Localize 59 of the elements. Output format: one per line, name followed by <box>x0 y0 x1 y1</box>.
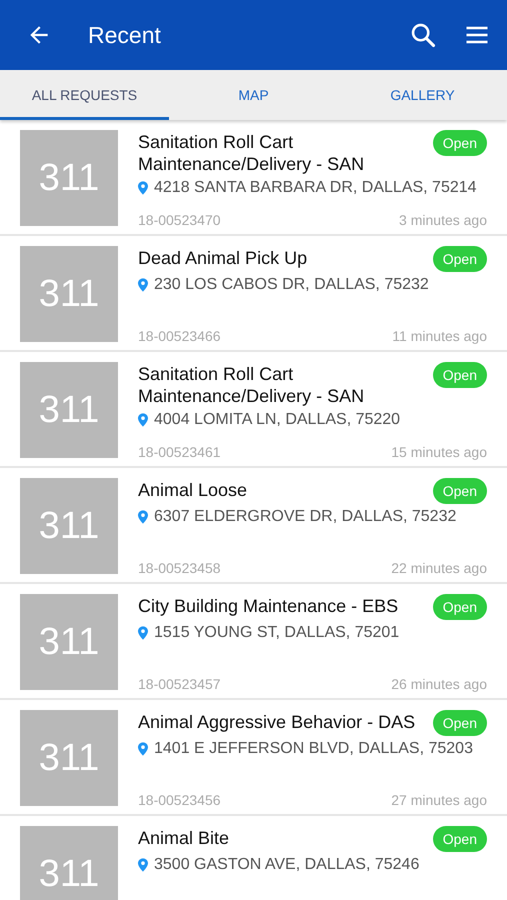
request-number: 18-00523458 <box>138 560 221 576</box>
request-time: 11 minutes ago <box>392 328 487 344</box>
thumbnail-label: 311 <box>38 620 100 664</box>
request-time: 3 minutes ago <box>399 212 487 228</box>
status-badge: Open <box>432 130 487 156</box>
request-address: 4218 SANTA BARBARA DR, DALLAS, 75214 <box>154 179 477 197</box>
tab[interactable]: MAP <box>169 70 338 120</box>
request-address: 1515 YOUNG ST, DALLAS, 75201 <box>154 624 400 642</box>
status-badge: Open <box>432 710 487 736</box>
location-pin-icon <box>138 626 148 640</box>
status-badge: Open <box>432 594 487 620</box>
tab[interactable]: GALLERY <box>338 70 507 120</box>
request-title: Animal Bite <box>138 827 230 849</box>
request-card[interactable]: 311 City Building Maintenance - EBS Open 1515 YOUNG ST, DALLAS, 75201 18-00523457 26 minutes ago <box>0 584 507 700</box>
location-pin-icon <box>138 510 148 524</box>
request-card[interactable]: 311 Dead Animal Pick Up Open 230 LOS CABOS DR, DALLAS, 75232 18-00523466 11 minutes ago <box>0 236 507 352</box>
request-address: 4004 LOMITA LN, DALLAS, 75220 <box>154 411 400 429</box>
request-time: 22 minutes ago <box>391 560 487 576</box>
location-pin-icon <box>138 181 148 195</box>
request-card[interactable]: 311 Sanitation Roll Cart Maintenance/Delivery - SAN Open 4218 SANTA BARBARA DR, DALLAS, 75214 18-00523470 3 minutes ago <box>0 120 507 236</box>
request-time: 15 minutes ago <box>391 444 487 460</box>
request-number: 18-00523456 <box>138 792 221 808</box>
request-address: 6307 ELDERGROVE DR, DALLAS, 75232 <box>154 508 456 526</box>
request-title: Sanitation Roll Cart Maintenance/Delivery - SAN <box>138 363 366 407</box>
thumbnail-label: 311 <box>38 736 100 780</box>
request-address: 3500 GASTON AVE, DALLAS, 75246 <box>154 856 420 874</box>
thumbnail-label: 311 <box>38 272 100 316</box>
request-address: 230 LOS CABOS DR, DALLAS, 75232 <box>154 276 429 294</box>
request-title: Sanitation Roll Cart Maintenance/Delivery - SAN <box>138 131 366 175</box>
status-badge: Open <box>432 246 487 272</box>
request-time: 27 minutes ago <box>391 792 487 808</box>
request-title: Dead Animal Pick Up <box>138 247 308 269</box>
request-title: City Building Maintenance - EBS <box>138 595 400 617</box>
thumbnail-label: 311 <box>38 504 100 548</box>
request-title: Animal Aggressive Behavior - DAS <box>138 711 416 733</box>
location-pin-icon <box>138 742 148 756</box>
request-card[interactable]: 311 Animal Aggressive Behavior - DAS Open 1401 E JEFFERSON BLVD, DALLAS, 75203 18-00523456 27 minutes ago <box>0 700 507 816</box>
location-pin-icon <box>138 413 148 427</box>
tab[interactable]: ALL REQUESTS <box>0 70 169 120</box>
thumbnail-label: 311 <box>38 852 100 896</box>
screen-title: Recent <box>88 22 161 48</box>
location-pin-icon <box>138 278 148 292</box>
request-card[interactable]: 311 Sanitation Roll Cart Maintenance/Delivery - SAN Open 4004 LOMITA LN, DALLAS, 75220 18-00523461 15 minutes ago <box>0 352 507 468</box>
status-badge: Open <box>432 362 487 388</box>
request-time: 26 minutes ago <box>391 676 487 692</box>
request-number: 18-00523466 <box>138 328 221 344</box>
request-address: 1401 E JEFFERSON BLVD, DALLAS, 75203 <box>154 740 473 758</box>
request-title: Animal Loose <box>138 479 248 501</box>
search-icon[interactable] <box>409 21 437 49</box>
status-badge: Open <box>432 478 487 504</box>
thumbnail-label: 311 <box>38 388 100 432</box>
thumbnail-label: 311 <box>38 156 100 200</box>
location-pin-icon <box>138 858 148 872</box>
request-number: 18-00523457 <box>138 676 221 692</box>
request-card[interactable]: 311 Animal Loose Open 6307 ELDERGROVE DR, DALLAS, 75232 18-00523458 22 minutes ago <box>0 468 507 584</box>
request-number: 18-00523470 <box>138 212 221 228</box>
status-badge: Open <box>432 826 487 852</box>
request-card[interactable]: 311 Animal Bite Open 3500 GASTON AVE, DALLAS, 75246 <box>0 816 507 900</box>
request-number: 18-00523461 <box>138 444 221 460</box>
